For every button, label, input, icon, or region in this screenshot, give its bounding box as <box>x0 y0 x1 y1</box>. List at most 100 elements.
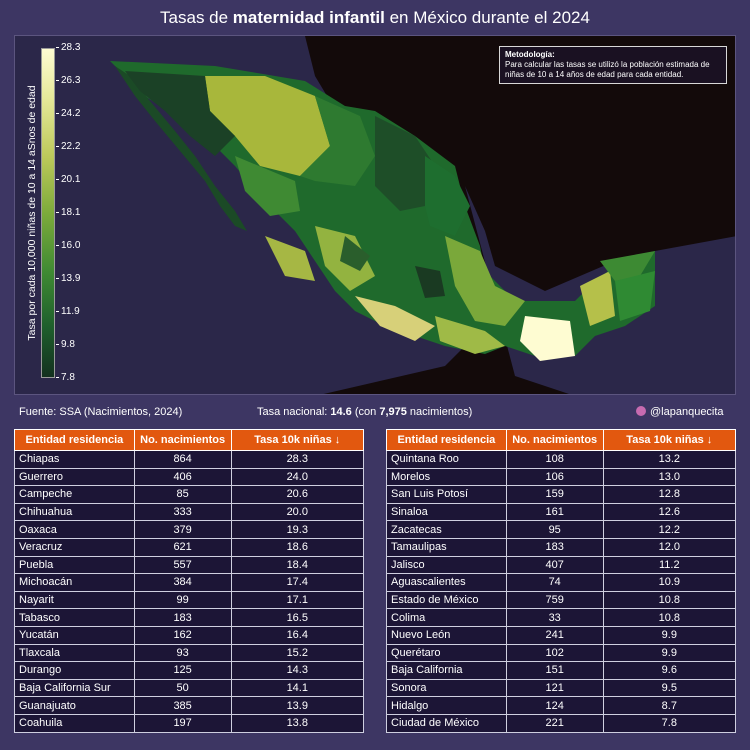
table-row: Sonora 121 9.5 <box>386 678 737 698</box>
table-row: Campeche 85 20.6 <box>14 485 365 504</box>
table-row: Yucatán 162 16.4 <box>14 625 365 645</box>
cell-nacimientos: 151 <box>505 661 604 680</box>
cell-nacimientos: 379 <box>133 520 232 539</box>
national-mid: (con <box>351 406 380 418</box>
cell-entidad: Tabasco <box>14 608 135 627</box>
header-entidad[interactable]: Entidad residencia <box>14 429 135 451</box>
cell-entidad: Michoacán <box>14 573 135 592</box>
table-row: Colima 33 10.8 <box>386 608 737 627</box>
table-row: Baja California 151 9.6 <box>386 661 737 680</box>
cell-nacimientos: 183 <box>505 537 604 557</box>
cell-tasa: 16.4 <box>230 625 365 645</box>
cell-tasa: 9.6 <box>602 661 737 680</box>
cell-nacimientos: 241 <box>505 625 604 645</box>
cell-nacimientos: 557 <box>133 555 232 575</box>
right-rates-table: Entidad residencia No. nacimientos Tasa … <box>386 429 737 733</box>
colorbar-tick-label: 20.1 <box>56 175 80 185</box>
colorbar-gradient <box>41 48 55 378</box>
cell-entidad: Campeche <box>14 485 135 504</box>
header-tasa[interactable]: Tasa 10k niñas ↓ <box>230 429 365 451</box>
source-note: Fuente: SSA (Nacimientos, 2024) <box>19 406 183 418</box>
cell-tasa: 19.3 <box>230 520 365 539</box>
colorbar-tick-label: 9.8 <box>56 340 75 350</box>
cell-entidad: Yucatán <box>14 625 135 645</box>
national-suffix: nacimientos) <box>406 406 473 418</box>
cell-entidad: Quintana Roo <box>386 450 507 469</box>
header-entidad[interactable]: Entidad residencia <box>386 429 507 451</box>
cell-nacimientos: 406 <box>133 467 232 487</box>
table-row: Jalisco 407 11.2 <box>386 555 737 575</box>
cell-entidad: Aguascalientes <box>386 573 507 592</box>
cell-tasa: 12.6 <box>602 502 737 522</box>
chart-title: Tasas de maternidad infantil en México d… <box>0 8 750 28</box>
left-rates-table: Entidad residencia No. nacimientos Tasa … <box>14 429 365 733</box>
cell-nacimientos: 385 <box>133 696 232 715</box>
cell-tasa: 13.0 <box>602 467 737 487</box>
cell-entidad: Nuevo León <box>386 625 507 645</box>
cell-nacimientos: 121 <box>505 678 604 698</box>
cell-nacimientos: 93 <box>133 643 232 663</box>
table-row: Tabasco 183 16.5 <box>14 608 365 627</box>
table-row: Puebla 557 18.4 <box>14 555 365 575</box>
cell-tasa: 20.0 <box>230 502 365 522</box>
colorbar-tick-label: 16.0 <box>56 241 80 251</box>
cell-nacimientos: 95 <box>505 520 604 539</box>
colorbar-tick-label: 28.3 <box>56 43 80 53</box>
mexico-map <box>15 36 735 394</box>
cell-tasa: 20.6 <box>230 485 365 504</box>
title-bold: maternidad infantil <box>232 8 385 27</box>
cell-entidad: Sonora <box>386 678 507 698</box>
cell-tasa: 8.7 <box>602 696 737 715</box>
cell-nacimientos: 50 <box>133 678 232 698</box>
cell-tasa: 17.1 <box>230 590 365 610</box>
title-prefix: Tasas de <box>160 8 233 27</box>
left-table-body: Chiapas 864 28.3 Guerrero 406 24.0 Campeche 85 2… <box>14 450 365 733</box>
cell-entidad: Colima <box>386 608 507 627</box>
header-nacimientos[interactable]: No. nacimientos <box>505 429 604 451</box>
cell-entidad: Baja California <box>386 661 507 680</box>
national-births: 7,975 <box>379 406 407 418</box>
table-row: Quintana Roo 108 13.2 <box>386 450 737 469</box>
cell-tasa: 14.3 <box>230 661 365 680</box>
header-nacimientos[interactable]: No. nacimientos <box>133 429 232 451</box>
cell-nacimientos: 621 <box>133 537 232 557</box>
cell-nacimientos: 197 <box>133 713 232 733</box>
cell-entidad: Guerrero <box>14 467 135 487</box>
methodology-title: Metodología: <box>505 50 555 59</box>
colorbar-tick-label: 26.3 <box>56 76 80 86</box>
table-row: Chiapas 864 28.3 <box>14 450 365 469</box>
cell-tasa: 15.2 <box>230 643 365 663</box>
cupcake-icon <box>636 406 646 416</box>
colorbar-tick-label: 13.9 <box>56 274 80 284</box>
cell-entidad: San Luis Potosí <box>386 485 507 504</box>
colorbar-tick-label: 11.9 <box>56 307 80 317</box>
table-row: Nayarit 99 17.1 <box>14 590 365 610</box>
cell-nacimientos: 33 <box>505 608 604 627</box>
national-rate-note: Tasa nacional: 14.6 (con 7,975 nacimient… <box>257 406 472 418</box>
cell-entidad: Durango <box>14 661 135 680</box>
cell-entidad: Tamaulipas <box>386 537 507 557</box>
cell-nacimientos: 159 <box>505 485 604 504</box>
colorbar-tick-label: 18.1 <box>56 208 80 218</box>
cell-tasa: 9.9 <box>602 625 737 645</box>
cell-tasa: 12.8 <box>602 485 737 504</box>
methodology-text: Para calcular las tasas se utilizó la po… <box>505 60 710 79</box>
header-tasa[interactable]: Tasa 10k niñas ↓ <box>602 429 737 451</box>
cell-tasa: 18.6 <box>230 537 365 557</box>
cell-nacimientos: 85 <box>133 485 232 504</box>
cell-entidad: Ciudad de México <box>386 713 507 733</box>
cell-entidad: Guanajuato <box>14 696 135 715</box>
cell-entidad: Veracruz <box>14 537 135 557</box>
cell-nacimientos: 161 <box>505 502 604 522</box>
cell-nacimientos: 74 <box>505 573 604 592</box>
cell-entidad: Querétaro <box>386 643 507 663</box>
table-row: Guanajuato 385 13.9 <box>14 696 365 715</box>
cell-nacimientos: 162 <box>133 625 232 645</box>
cell-nacimientos: 407 <box>505 555 604 575</box>
table-row: Coahuila 197 13.8 <box>14 713 365 733</box>
cell-nacimientos: 124 <box>505 696 604 715</box>
cell-tasa: 11.2 <box>602 555 737 575</box>
cell-tasa: 24.0 <box>230 467 365 487</box>
national-prefix: Tasa nacional: <box>257 406 331 418</box>
cell-nacimientos: 759 <box>505 590 604 610</box>
